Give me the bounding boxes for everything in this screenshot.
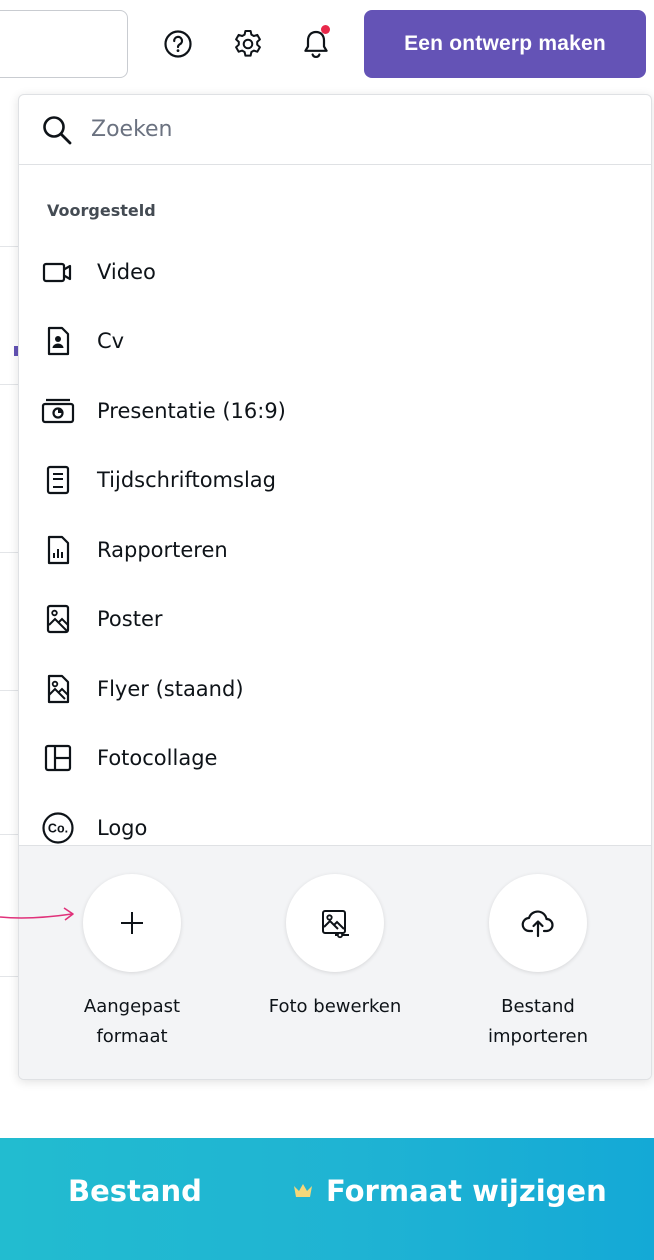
menu-item-label: Fotocollage (97, 746, 218, 771)
menu-item-photo-collage[interactable]: Fotocollage (19, 724, 651, 794)
logo-icon: Co. (41, 811, 75, 845)
action-label: Aangepast formaat (83, 996, 181, 1047)
menu-item-label: Poster (97, 607, 163, 632)
menu-item-label: Tijdschriftomslag (97, 468, 276, 493)
search-icon (41, 113, 75, 147)
background-divider (0, 552, 18, 553)
dropdown-search (19, 95, 651, 165)
import-file-action[interactable]: Bestand importeren (428, 874, 648, 1052)
action-label: Foto bewerken (268, 996, 402, 1017)
top-search-input[interactable] (0, 10, 128, 78)
video-icon (41, 255, 75, 289)
action-label: Bestand importeren (488, 996, 588, 1047)
menu-item-poster[interactable]: Poster (19, 585, 651, 655)
flyer-icon (41, 672, 75, 706)
search-input[interactable] (91, 117, 591, 142)
svg-text:Co.: Co. (48, 821, 68, 835)
file-menu-button[interactable]: Bestand (68, 1174, 202, 1208)
settings-button[interactable] (226, 22, 270, 66)
magazine-icon (41, 463, 75, 497)
gear-icon (235, 30, 261, 57)
presentation-icon (41, 394, 75, 428)
notifications-button[interactable] (294, 22, 338, 66)
menu-item-label: Logo (97, 815, 148, 840)
create-design-dropdown: Voorgesteld Video Cv Presentatie (16:9) … (18, 94, 652, 1080)
menu-item-label: Presentatie (16:9) (97, 398, 286, 423)
menu-item-label: Rapporteren (97, 537, 228, 562)
poster-icon (41, 602, 75, 636)
edit-photo-icon (322, 910, 349, 939)
menu-item-presentation[interactable]: Presentatie (16:9) (19, 376, 651, 446)
crown-icon (292, 1182, 314, 1200)
edit-photo-button[interactable] (286, 874, 384, 972)
menu-item-label: Video (97, 259, 156, 284)
background-divider (0, 246, 18, 247)
collage-icon (41, 741, 75, 775)
background-divider (0, 384, 18, 385)
quick-actions: Aangepast formaat Foto bewerken Bestand im… (19, 845, 651, 1079)
cloud-upload-icon (521, 910, 554, 938)
notification-dot (321, 25, 330, 34)
menu-item-report[interactable]: Rapporteren (19, 515, 651, 585)
help-button[interactable] (156, 22, 200, 66)
report-icon (41, 533, 75, 567)
background-divider (0, 834, 18, 835)
resize-label: Formaat wijzigen (326, 1174, 607, 1208)
resize-button[interactable]: Formaat wijzigen (292, 1174, 607, 1208)
editor-toolbar: Bestand Formaat wijzigen (0, 1138, 654, 1260)
background-divider (0, 976, 18, 977)
annotation-arrow-icon (0, 907, 74, 921)
section-title: Voorgesteld (47, 201, 156, 220)
help-circle-icon (164, 30, 192, 58)
custom-size-button[interactable] (83, 874, 181, 972)
background-divider (0, 690, 18, 691)
menu-item-magazine-cover[interactable]: Tijdschriftomslag (19, 446, 651, 516)
plus-icon (121, 912, 143, 934)
menu-item-label: Flyer (staand) (97, 676, 244, 701)
create-design-button[interactable]: Een ontwerp maken (364, 10, 646, 78)
resume-icon (41, 324, 75, 358)
menu-item-flyer[interactable]: Flyer (staand) (19, 654, 651, 724)
edit-photo-action[interactable]: Foto bewerken (225, 874, 445, 1022)
custom-size-action[interactable]: Aangepast formaat (22, 874, 242, 1052)
menu-item-video[interactable]: Video (19, 237, 651, 307)
suggested-list: Video Cv Presentatie (16:9) Tijdschrifto… (19, 237, 651, 863)
import-file-button[interactable] (489, 874, 587, 972)
menu-item-label: Cv (97, 329, 125, 354)
menu-item-cv[interactable]: Cv (19, 307, 651, 377)
